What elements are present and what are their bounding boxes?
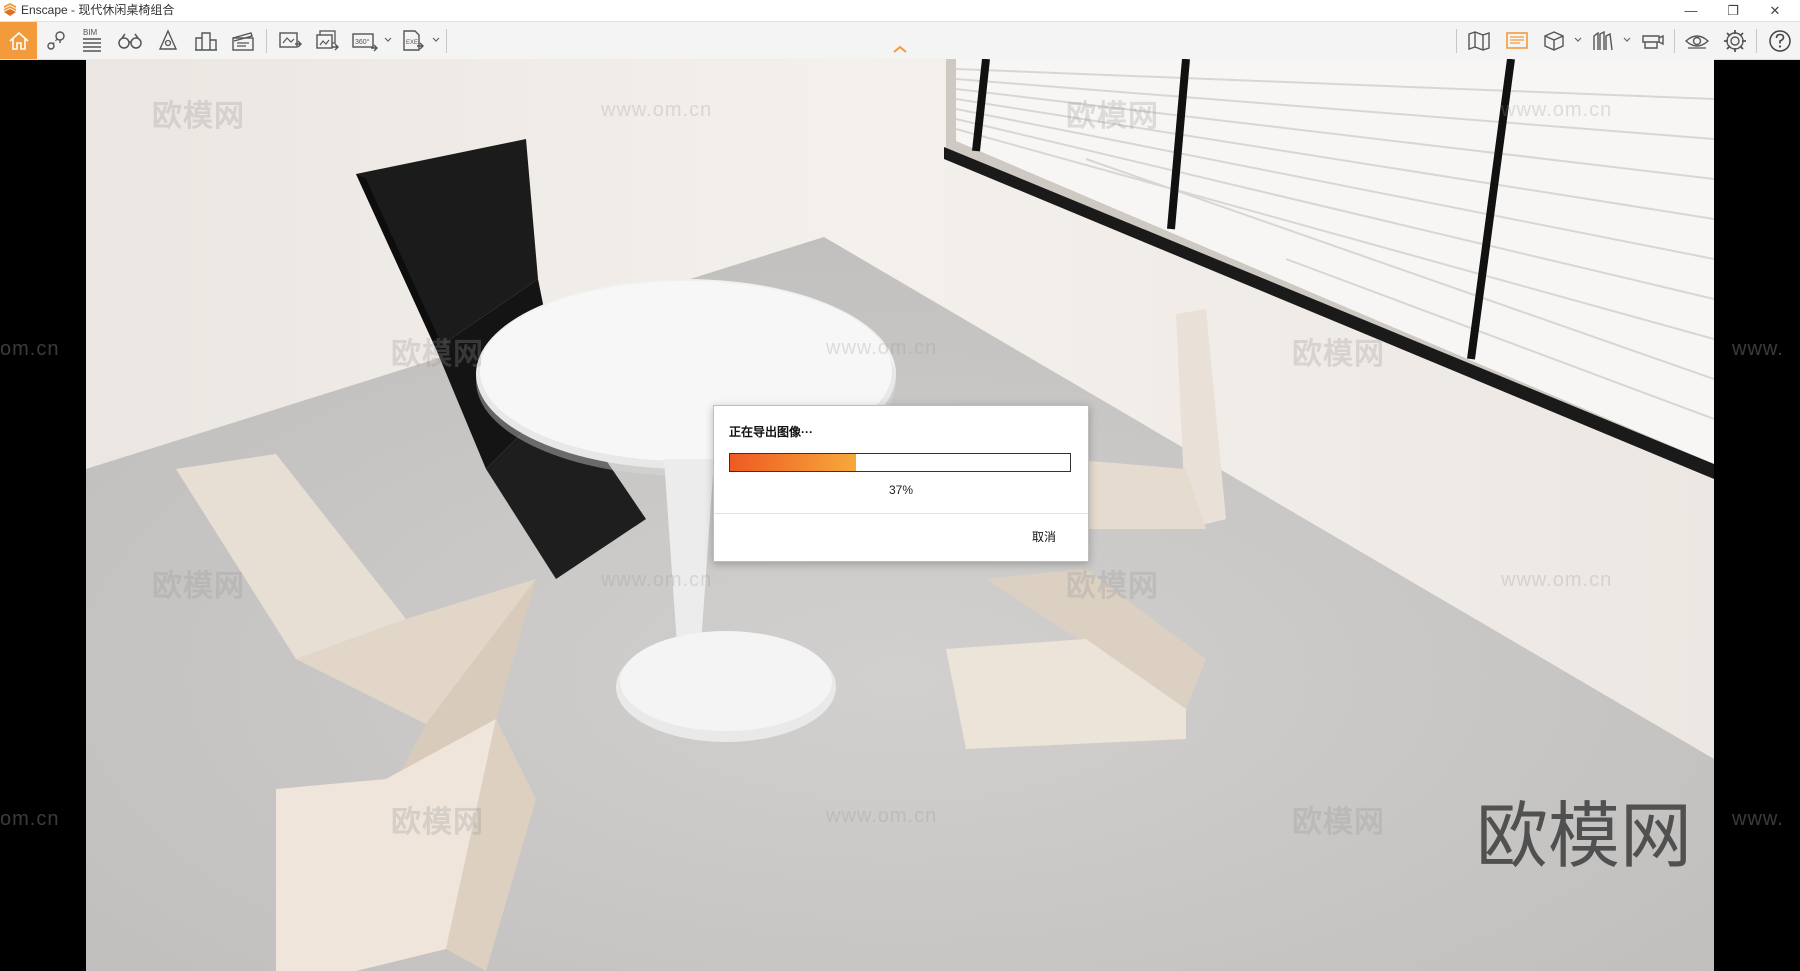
- progress-percent: 37%: [888, 483, 914, 497]
- big-watermark-brand: 欧模网: [1476, 794, 1693, 878]
- window-title: Enscape - 现代休闲桌椅组合: [21, 3, 175, 17]
- gps-button[interactable]: [40, 25, 72, 57]
- clapperboard-icon: [232, 32, 254, 51]
- watermark-brand: 欧模网: [152, 100, 245, 133]
- panorama-360-icon: 360°: [352, 33, 378, 52]
- material-editor-button[interactable]: [1636, 25, 1668, 57]
- margin-watermark-url: om.cn: [0, 338, 60, 360]
- watermark-url: www.om.cn: [1501, 99, 1613, 121]
- cancel-button[interactable]: 取消: [1014, 526, 1074, 548]
- screenshot-button[interactable]: [274, 25, 306, 57]
- help-button[interactable]: [1764, 25, 1796, 57]
- screenshot-icon: [279, 32, 302, 48]
- dialog-title: 正在导出图像···: [729, 425, 813, 439]
- gear-icon: [1724, 30, 1746, 52]
- watermark-brand: 欧模网: [152, 570, 245, 603]
- cube-icon: [1544, 31, 1564, 51]
- toolbar-separator: [266, 29, 267, 53]
- margin-watermark-url: www.: [1732, 338, 1784, 360]
- toolbar-separator: [1674, 29, 1675, 53]
- buildings-button[interactable]: [190, 25, 222, 57]
- visual-settings-button[interactable]: [1681, 25, 1713, 57]
- toolbar-separator: [1456, 29, 1457, 53]
- close-button[interactable]: ✕: [1752, 0, 1798, 21]
- enscape-logo-icon: [4, 3, 16, 16]
- library-icon: [1593, 30, 1613, 51]
- exe-export-icon: EXE: [403, 30, 424, 51]
- binoculars-button[interactable]: [114, 25, 146, 57]
- progress-bar-fill: [730, 454, 856, 471]
- watermark-brand: 欧模网: [1066, 100, 1159, 133]
- eye-icon: [1684, 35, 1710, 49]
- home-button[interactable]: [0, 22, 37, 59]
- watermark-url: www.om.cn: [1501, 569, 1613, 591]
- progress-bar: [729, 453, 1071, 472]
- panorama-button[interactable]: 360°: [349, 25, 381, 57]
- minimize-button[interactable]: —: [1668, 0, 1714, 21]
- watermark-url: www.om.cn: [826, 805, 938, 827]
- asset-icon: [1642, 34, 1664, 49]
- watermark-brand: 欧模网: [1292, 806, 1385, 839]
- watermark-brand: 欧模网: [1066, 570, 1159, 603]
- home-icon: [8, 31, 29, 50]
- binoculars-icon: [118, 33, 142, 49]
- panorama-dropdown-caret-icon[interactable]: [384, 36, 392, 44]
- watermark-brand: 欧模网: [1292, 338, 1385, 371]
- views-button[interactable]: [1538, 25, 1570, 57]
- toolbar-separator: [446, 29, 447, 53]
- batch-render-button[interactable]: [311, 25, 343, 57]
- pen-icon: [158, 29, 178, 50]
- help-icon: [1769, 30, 1791, 52]
- buildings-icon: [195, 32, 217, 51]
- watermark-brand: 欧模网: [391, 338, 484, 371]
- bim-icon: BIM: [83, 28, 101, 52]
- library-dropdown-caret-icon[interactable]: [1623, 36, 1631, 44]
- sketch-button[interactable]: [152, 25, 184, 57]
- views-dropdown-caret-icon[interactable]: [1574, 36, 1582, 44]
- restore-button[interactable]: ❐: [1710, 0, 1756, 21]
- map-button[interactable]: [1463, 25, 1495, 57]
- watermark-url: www.om.cn: [601, 569, 713, 591]
- main-toolbar: BIM 360° EXE: [0, 22, 1800, 60]
- map-icon: [1468, 31, 1490, 51]
- margin-watermark-url: www.: [1732, 808, 1784, 830]
- asset-library-button[interactable]: [1587, 25, 1619, 57]
- title-bar: Enscape - 现代休闲桌椅组合 — ❐ ✕: [0, 0, 1800, 22]
- svg-text:BIM: BIM: [83, 28, 98, 37]
- export-progress-dialog: 正在导出图像··· 37% 取消: [713, 405, 1089, 562]
- video-editor-button[interactable]: [227, 25, 259, 57]
- watermark-url: www.om.cn: [601, 99, 713, 121]
- gps-icon: [47, 31, 65, 50]
- margin-watermark-url: om.cn: [0, 808, 60, 830]
- svg-text:360°: 360°: [355, 38, 370, 46]
- collapse-toolbar-chevron-up-icon[interactable]: [892, 44, 908, 54]
- window-icon: [1506, 32, 1528, 49]
- batch-render-icon: [316, 30, 339, 51]
- svg-text:EXE: EXE: [406, 40, 418, 46]
- watermark-brand: 欧模网: [391, 806, 484, 839]
- settings-button[interactable]: [1719, 25, 1751, 57]
- export-dropdown-caret-icon[interactable]: [432, 36, 440, 44]
- exe-export-button[interactable]: EXE: [397, 25, 429, 57]
- render-window-button[interactable]: [1501, 25, 1533, 57]
- bim-button[interactable]: BIM: [76, 25, 108, 57]
- toolbar-separator: [1756, 29, 1757, 53]
- dialog-divider: [714, 513, 1088, 514]
- watermark-url: www.om.cn: [826, 337, 938, 359]
